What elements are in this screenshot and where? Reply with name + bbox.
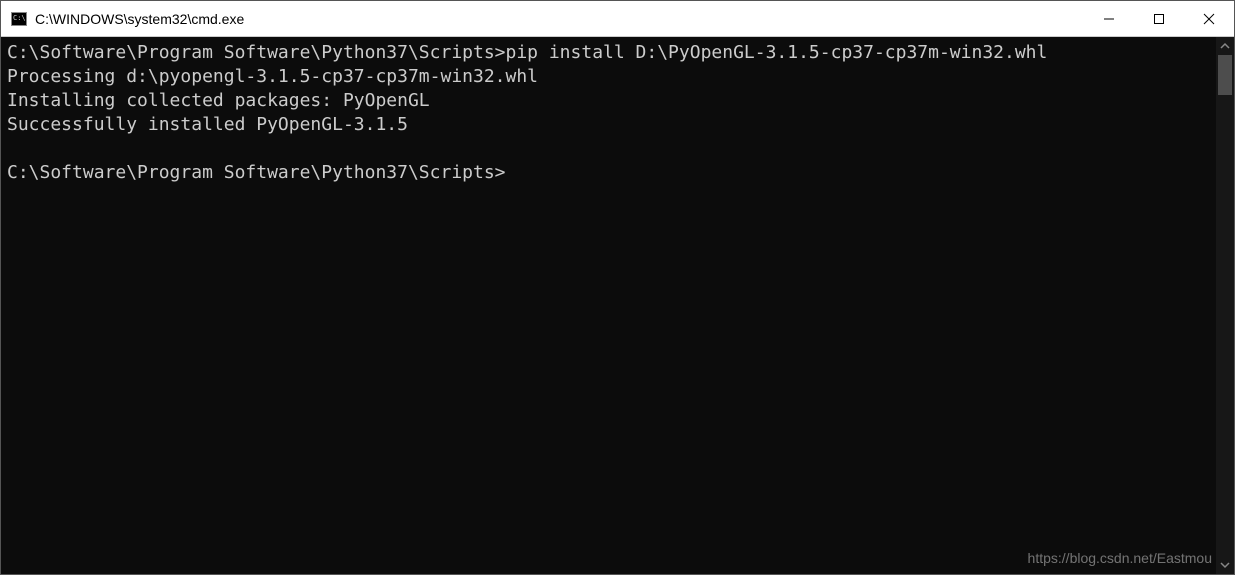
scroll-down-icon[interactable] — [1216, 556, 1234, 574]
console-area: C:\Software\Program Software\Python37\Sc… — [1, 37, 1234, 574]
close-icon — [1203, 13, 1215, 25]
cmd-icon — [11, 12, 27, 26]
scroll-up-icon[interactable] — [1216, 37, 1234, 55]
maximize-button[interactable] — [1134, 1, 1184, 36]
titlebar[interactable]: C:\WINDOWS\system32\cmd.exe — [1, 1, 1234, 37]
maximize-icon — [1153, 13, 1165, 25]
scroll-thumb[interactable] — [1218, 55, 1232, 95]
minimize-icon — [1103, 13, 1115, 25]
vertical-scrollbar[interactable] — [1216, 37, 1234, 574]
minimize-button[interactable] — [1084, 1, 1134, 36]
cmd-window: C:\WINDOWS\system32\cmd.exe C:\Software\… — [0, 0, 1235, 575]
window-title: C:\WINDOWS\system32\cmd.exe — [35, 11, 1084, 27]
window-controls — [1084, 1, 1234, 36]
console-output[interactable]: C:\Software\Program Software\Python37\Sc… — [1, 37, 1216, 574]
close-button[interactable] — [1184, 1, 1234, 36]
watermark-text: https://blog.csdn.net/Eastmou — [1028, 550, 1212, 566]
